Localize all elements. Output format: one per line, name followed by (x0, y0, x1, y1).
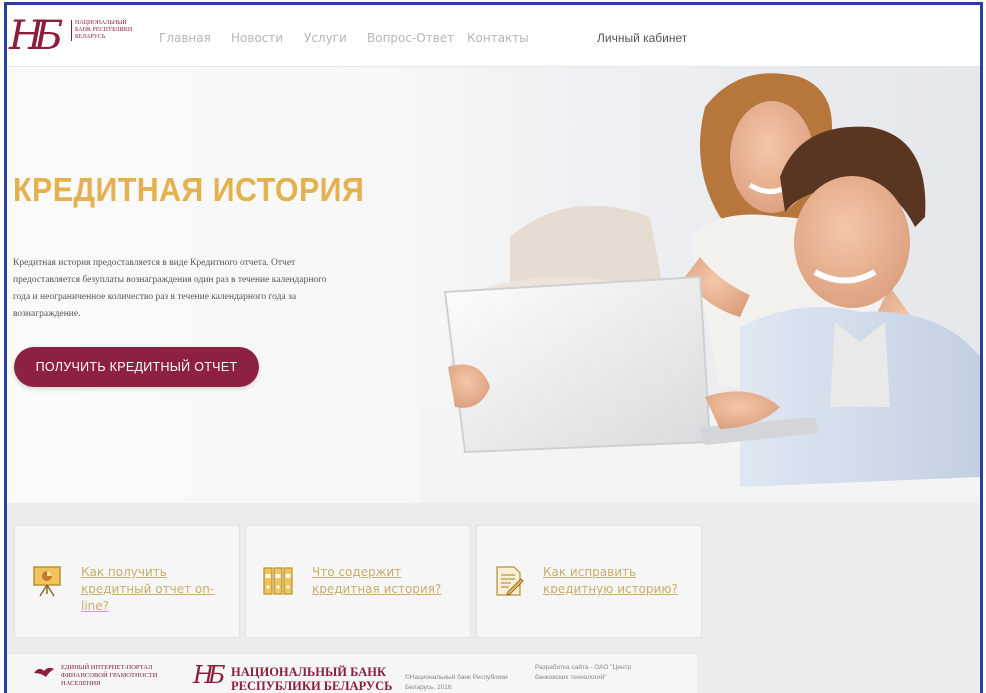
presentation-board-icon (33, 566, 61, 597)
site-logo[interactable]: НБ Национальный банк Республики Беларусь (9, 10, 159, 64)
card-get-report-online[interactable]: Как получить кредитный отчет on-line? (14, 525, 240, 638)
nav-item-services[interactable]: Услуги (304, 31, 347, 45)
national-bank-footer-logo[interactable]: НБ НАЦИОНАЛЬНЫЙ БАНК РЕСПУБЛИКИ БЕЛАРУСЬ (193, 660, 392, 693)
footer-panel: Единый интернет-портал финансовой грамот… (7, 653, 697, 693)
portal-text: Единый интернет-портал финансовой грамот… (61, 664, 158, 687)
bird-icon (34, 667, 54, 677)
card-link-get-report[interactable]: Как получить кредитный отчет on-line? (81, 564, 231, 615)
card-link-fix-history[interactable]: Как исправить кредитную историю? (543, 564, 693, 598)
logo-monogram: НБ (9, 13, 63, 59)
developer-credit: Разработка сайта - ОАО "Центр банковских… (535, 664, 632, 681)
info-cards: Как получить кредитный отчет on-line? Чт… (7, 503, 980, 653)
logo-text: Национальный банк Республики Беларусь (71, 20, 141, 41)
hero-description: Кредитная история предоставляется в виде… (13, 258, 327, 319)
couple-with-laptop-photo (420, 67, 980, 503)
card-fix-history[interactable]: Как исправить кредитную историю? (476, 525, 702, 638)
footer-logo-monogram: НБ (193, 661, 225, 689)
nav-item-home[interactable]: Главная (159, 31, 211, 45)
edit-document-icon (496, 566, 524, 596)
financial-literacy-portal-logo[interactable]: Единый интернет-портал финансовой грамот… (33, 663, 183, 693)
footer-bank-line2: РЕСПУБЛИКИ БЕЛАРУСЬ (231, 679, 393, 693)
hero-title: КРЕДИТНАЯ ИСТОРИЯ (13, 171, 365, 208)
binders-icon (263, 567, 293, 595)
hero-section: КРЕДИТНАЯ ИСТОРИЯ Кредитная история пред… (7, 67, 980, 503)
get-credit-report-button[interactable]: ПОЛУЧИТЬ КРЕДИТНЫЙ ОТЧЕТ (14, 347, 259, 387)
browser-frame: НБ Национальный банк Республики Беларусь… (4, 2, 983, 693)
site-footer: Единый интернет-портал финансовой грамот… (7, 653, 980, 693)
nav-item-faq[interactable]: Вопрос-Ответ (367, 31, 454, 45)
footer-bank-line1: НАЦИОНАЛЬНЫЙ БАНК (231, 665, 387, 679)
site-header: НБ Национальный банк Республики Беларусь… (7, 5, 980, 67)
footer-bank-name: НАЦИОНАЛЬНЫЙ БАНК РЕСПУБЛИКИ БЕЛАРУСЬ (231, 665, 392, 693)
nav-item-contacts[interactable]: Контакты (467, 31, 529, 45)
personal-account-link[interactable]: Личный кабинет (597, 31, 687, 45)
card-link-report-contents[interactable]: Что содержит кредитная история? (312, 564, 462, 598)
copyright-text: ©Национальный банк Республики Беларусь, … (405, 674, 508, 691)
card-report-contents[interactable]: Что содержит кредитная история? (245, 525, 471, 638)
nav-item-news[interactable]: Новости (231, 31, 283, 45)
